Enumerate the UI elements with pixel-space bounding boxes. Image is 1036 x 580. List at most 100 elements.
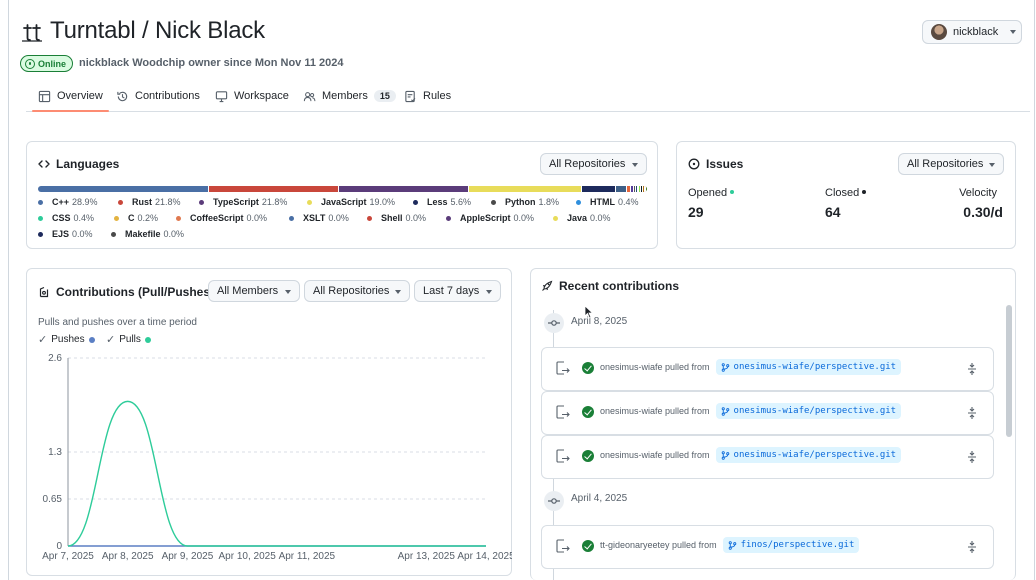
language-legend-item: Java 0.0% bbox=[553, 213, 611, 223]
repo-link[interactable]: finos/perspective.git bbox=[722, 537, 860, 553]
user-name: nickblack bbox=[953, 26, 999, 38]
expand-icon[interactable] bbox=[966, 406, 978, 420]
tab-rules[interactable]: Rules bbox=[404, 82, 451, 110]
x-tick-label: Apr 9, 2025 bbox=[162, 551, 214, 562]
chevron-down-icon bbox=[395, 290, 401, 294]
pushes-swatch bbox=[88, 336, 95, 343]
legend-pushes[interactable]: ✓ Pushes bbox=[38, 333, 95, 346]
unfold-icon bbox=[968, 451, 976, 463]
unfold-icon bbox=[968, 541, 976, 553]
tab-label: Overview bbox=[57, 90, 103, 102]
repo-link[interactable]: onesimus-wiafe/perspective.git bbox=[715, 359, 902, 375]
language-percent: 0.4% bbox=[73, 213, 95, 223]
owner-subtitle: nickblack Woodchip owner since Mon Nov 1… bbox=[79, 57, 344, 69]
closed-label: Closed bbox=[825, 187, 867, 199]
tab-label: Members bbox=[322, 90, 368, 102]
language-dot bbox=[413, 199, 418, 205]
language-name: HTML bbox=[590, 197, 615, 207]
language-dot bbox=[118, 199, 123, 205]
select-value: All Members bbox=[217, 285, 279, 297]
table-icon bbox=[38, 90, 51, 102]
code-icon bbox=[38, 160, 50, 168]
contribution-entry[interactable]: onesimus-wiafe pulled from onesimus-wiafe… bbox=[541, 391, 994, 435]
x-tick-label: Apr 8, 2025 bbox=[102, 551, 154, 562]
language-name: AppleScript bbox=[460, 213, 511, 223]
success-check-icon bbox=[582, 362, 594, 374]
contribution-entry[interactable]: tt-gideonaryeetey pulled from finos/persp… bbox=[541, 525, 994, 569]
unfold-icon bbox=[968, 363, 976, 375]
language-percent: 0.0% bbox=[163, 229, 185, 239]
select-value: All Repositories bbox=[549, 158, 626, 170]
chart-subtitle: Pulls and pushes over a time period bbox=[38, 317, 197, 328]
tab-bar: Overview Contributions Workspace Members… bbox=[26, 82, 1030, 112]
language-name: CoffeeScript bbox=[190, 213, 244, 223]
repo-link[interactable]: onesimus-wiafe/perspective.git bbox=[715, 403, 902, 419]
contribution-entry[interactable]: onesimus-wiafe pulled from onesimus-wiafe… bbox=[541, 347, 994, 391]
language-name: Less bbox=[427, 197, 448, 207]
expand-icon[interactable] bbox=[966, 362, 978, 376]
repo-name: onesimus-wiafe/perspective.git bbox=[733, 406, 897, 416]
chevron-down-icon bbox=[486, 290, 492, 294]
tab-label: Contributions bbox=[135, 90, 200, 102]
opened-count: 29 bbox=[688, 204, 704, 220]
scrollbar[interactable] bbox=[1006, 305, 1012, 437]
branch-icon bbox=[728, 540, 736, 550]
issues-repo-select[interactable]: All Repositories bbox=[898, 153, 1004, 175]
language-legend-item: HTML 0.4% bbox=[576, 197, 639, 207]
languages-repo-select[interactable]: All Repositories bbox=[540, 153, 647, 175]
expand-icon[interactable] bbox=[966, 450, 978, 464]
tab-label: Workspace bbox=[234, 90, 289, 102]
chevron-down-icon bbox=[632, 163, 638, 167]
language-dot bbox=[114, 215, 119, 221]
velocity-label: Velocity bbox=[959, 187, 997, 199]
user-menu-button[interactable]: nickblack bbox=[922, 20, 1022, 44]
x-tick-label: Apr 13, 2025 bbox=[398, 551, 456, 562]
contrib-repo-select[interactable]: All Repositories bbox=[304, 280, 410, 302]
opened-label: Opened bbox=[688, 187, 735, 199]
language-dot bbox=[38, 215, 43, 221]
opened-label-text: Opened bbox=[688, 187, 728, 199]
tab-overview[interactable]: Overview bbox=[32, 82, 109, 112]
chevron-down-icon bbox=[989, 163, 995, 167]
language-legend-item: EJS 0.0% bbox=[38, 229, 93, 239]
window-edge-left bbox=[8, 0, 9, 580]
language-legend-item: Rust 21.8% bbox=[118, 197, 181, 207]
branch-icon bbox=[721, 450, 729, 460]
language-segment bbox=[209, 186, 339, 192]
tab-contributions[interactable]: Contributions bbox=[116, 82, 200, 110]
language-name: XSLT bbox=[303, 213, 326, 223]
expand-icon[interactable] bbox=[966, 540, 978, 554]
select-value: Last 7 days bbox=[423, 285, 480, 297]
language-legend-item: Less 5.6% bbox=[413, 197, 471, 207]
language-dot bbox=[307, 199, 312, 205]
rocket-icon bbox=[542, 280, 553, 291]
date-range-select[interactable]: Last 7 days bbox=[414, 280, 501, 302]
closed-label-text: Closed bbox=[825, 187, 860, 199]
language-percent: 0.0% bbox=[513, 213, 535, 223]
language-name: Java bbox=[567, 213, 588, 223]
contribution-text: onesimus-wiafe pulled from bbox=[600, 362, 710, 372]
contribution-entry[interactable]: onesimus-wiafe pulled from onesimus-wiafe… bbox=[541, 435, 994, 479]
tab-workspace[interactable]: Workspace bbox=[215, 82, 289, 110]
language-name: CSS bbox=[52, 213, 71, 223]
contributions-chart: 00.651.32.6Apr 7, 2025 Apr 8, 2025 Apr 9, … bbox=[42, 353, 512, 562]
chevron-down-icon bbox=[1010, 30, 1017, 34]
language-dot bbox=[111, 231, 116, 237]
repo-link[interactable]: onesimus-wiafe/perspective.git bbox=[715, 447, 902, 463]
language-percent: 0.0% bbox=[246, 213, 268, 223]
closed-count: 64 bbox=[825, 204, 841, 220]
language-dot bbox=[576, 199, 581, 205]
status-label: Online bbox=[38, 58, 67, 69]
chevron-down-icon bbox=[285, 290, 291, 294]
turntabl-logo-icon bbox=[22, 24, 42, 42]
language-name: Makefile bbox=[125, 229, 161, 239]
window-edge-right bbox=[1034, 0, 1035, 580]
language-segment bbox=[338, 186, 469, 192]
tab-members[interactable]: Members 15 bbox=[303, 82, 396, 110]
repo-name: onesimus-wiafe/perspective.git bbox=[733, 450, 897, 460]
y-tick-label: 2.6 bbox=[48, 353, 62, 364]
language-dot bbox=[176, 215, 181, 221]
language-dot bbox=[553, 215, 558, 221]
members-select[interactable]: All Members bbox=[208, 280, 300, 302]
legend-pulls[interactable]: ✓ Pulls bbox=[106, 333, 151, 346]
